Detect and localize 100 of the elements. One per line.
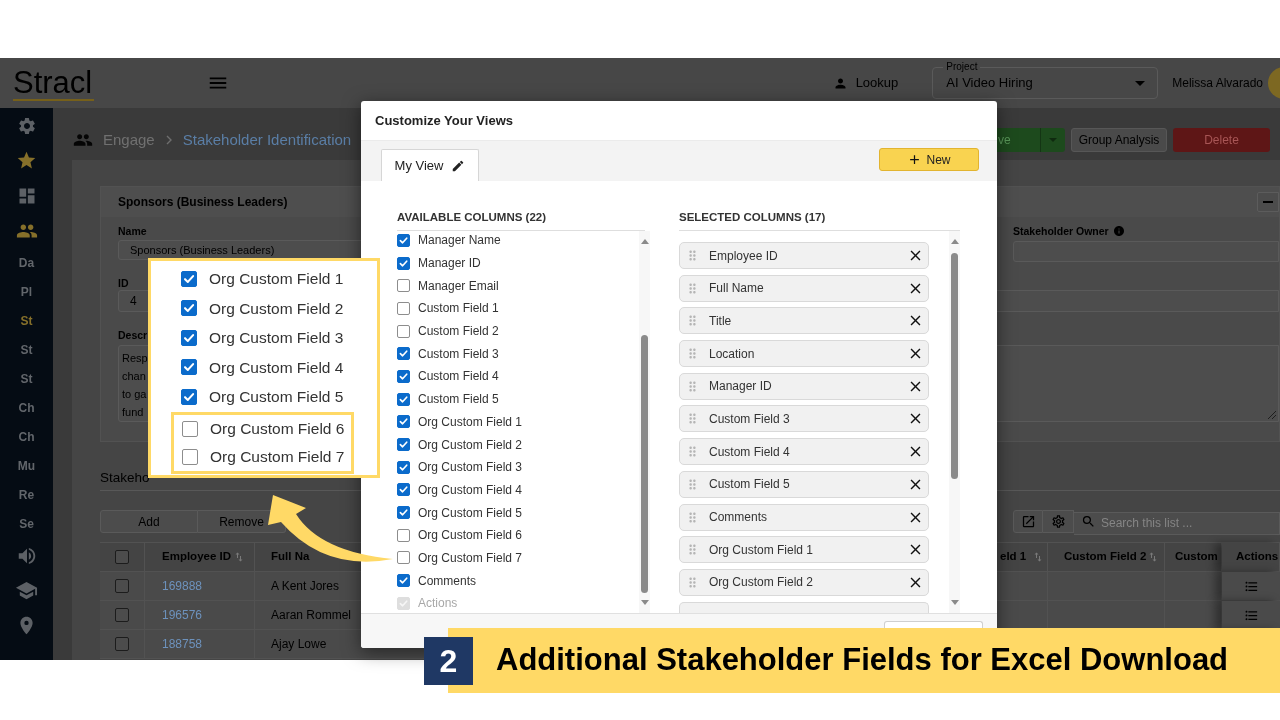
checkbox[interactable] [397,415,410,429]
column-chip[interactable]: Title [679,307,929,335]
star-icon[interactable] [16,150,37,171]
column-option-label[interactable]: Custom Field 3 [418,344,499,363]
scrollbar-thumb[interactable] [641,335,648,593]
sort-icon[interactable] [233,551,245,563]
checkbox[interactable] [397,438,410,452]
collapse-button[interactable] [1257,192,1279,212]
column-chip[interactable]: Org Custom Field 2 [679,568,929,596]
column-option-label[interactable]: Custom Field 2 [418,322,499,341]
column-option-label[interactable]: Manager Name [418,231,501,250]
checkbox[interactable] [181,329,197,346]
checkbox[interactable] [397,347,410,361]
column-option-label[interactable]: Org Custom Field 3 [418,458,523,477]
checkbox[interactable] [397,574,410,588]
scroll-down-arrow-icon[interactable] [950,600,959,605]
sidebar-item[interactable]: Ch [18,427,35,446]
column-chip[interactable]: Custom Field 5 [679,470,929,498]
checkbox[interactable] [397,324,410,338]
sidebar-item[interactable]: Mu [17,456,36,475]
checkbox[interactable] [181,388,197,405]
checkbox[interactable] [397,506,410,520]
checkbox[interactable] [397,279,410,293]
scrollbar-thumb[interactable] [951,253,958,479]
sidebar-item[interactable]: St [20,311,33,330]
pencil-icon[interactable] [451,158,466,173]
graduation-cap-icon[interactable] [15,579,38,602]
checkbox[interactable] [181,300,197,317]
checkbox[interactable] [115,637,129,651]
scrollbar[interactable] [949,231,960,613]
resize-grip-icon[interactable] [1268,411,1276,419]
checkbox[interactable] [397,233,410,247]
column-header[interactable]: Custom Field 2 [1064,548,1147,566]
sidebar-item[interactable]: St [20,340,33,359]
user-name[interactable]: Melissa Alvarado [1172,74,1263,92]
checkbox[interactable] [397,301,410,315]
checkbox[interactable] [397,392,410,406]
scrollbar[interactable] [639,231,650,613]
column-header[interactable]: Custom [1175,548,1218,566]
employee-id-link[interactable]: 169888 [162,577,203,595]
employee-id-link[interactable]: 188758 [162,635,203,653]
checkbox[interactable] [115,550,129,564]
column-header[interactable]: eld 1 [1000,548,1027,566]
breadcrumb-link[interactable]: Stakeholder Identification [182,128,352,152]
column-option-label[interactable]: Org Custom Field 1 [418,412,523,431]
sort-icon[interactable] [1032,551,1044,563]
column-option-label[interactable]: Manager ID [418,254,481,273]
column-option-label[interactable]: Custom Field 5 [418,390,499,409]
employee-id-link[interactable]: 196576 [162,606,203,624]
lookup-button[interactable]: Lookup [832,73,899,93]
column-option-label[interactable]: Comments [418,571,476,590]
column-chip[interactable]: Manager ID [679,372,929,400]
sidebar-item[interactable]: Da [18,253,35,272]
column-option-label[interactable]: Custom Field 4 [418,367,499,386]
column-chip[interactable]: Location [679,340,929,368]
column-chip[interactable]: Org Custom Field 1 [679,536,929,564]
export-button[interactable] [1013,510,1043,533]
sidebar-item[interactable]: Se [19,514,34,533]
scroll-up-arrow-icon[interactable] [950,239,959,244]
column-option-label[interactable]: Custom Field 1 [418,299,499,318]
scroll-down-arrow-icon[interactable] [640,600,649,605]
checkbox[interactable] [397,551,410,565]
checkbox[interactable] [181,359,197,376]
column-chip[interactable]: Custom Field 3 [679,405,929,433]
add-button[interactable]: Add [100,510,198,533]
split-button[interactable]: ve [997,128,1065,152]
group-analysis-button[interactable]: Group Analysis [1071,128,1167,152]
checkbox[interactable] [397,256,410,270]
settings-button[interactable] [1043,510,1074,533]
column-chip[interactable]: Custom Field 4 [679,438,929,466]
checkbox[interactable] [181,270,197,287]
column-chip[interactable]: Comments [679,503,929,531]
scroll-up-arrow-icon[interactable] [640,239,649,244]
column-chip[interactable]: Full Name [679,274,929,302]
checkbox[interactable] [397,369,410,383]
column-chip[interactable]: Employee ID [679,242,929,269]
view-tab[interactable]: My View [381,149,479,181]
gear-icon[interactable] [16,115,37,136]
checkbox[interactable] [397,528,410,542]
checkbox[interactable] [182,420,198,437]
column-header[interactable]: Full Na [271,548,310,566]
column-option-label[interactable]: Org Custom Field 7 [418,548,523,567]
info-icon[interactable] [1112,225,1125,237]
sort-icon[interactable] [1147,551,1159,563]
checkbox[interactable] [115,608,129,622]
column-option-label[interactable]: Manager Email [418,276,499,295]
column-header[interactable]: Employee ID [162,548,232,566]
checkbox[interactable] [397,483,410,497]
checkbox[interactable] [397,460,410,474]
column-option-label[interactable]: Org Custom Field 6 [418,526,523,545]
new-button[interactable]: New [879,148,979,171]
sidebar-item[interactable]: Re [18,485,35,504]
column-option-label[interactable]: Org Custom Field 5 [418,503,523,522]
sidebar-item[interactable]: Ch [18,398,35,417]
sidebar-item[interactable]: Pl [20,282,33,301]
sidebar-item[interactable]: St [20,369,33,388]
checkbox[interactable] [115,579,129,593]
checkbox[interactable] [182,448,198,465]
delete-button[interactable]: Delete [1173,128,1270,152]
column-option-label[interactable]: Org Custom Field 2 [418,435,523,454]
